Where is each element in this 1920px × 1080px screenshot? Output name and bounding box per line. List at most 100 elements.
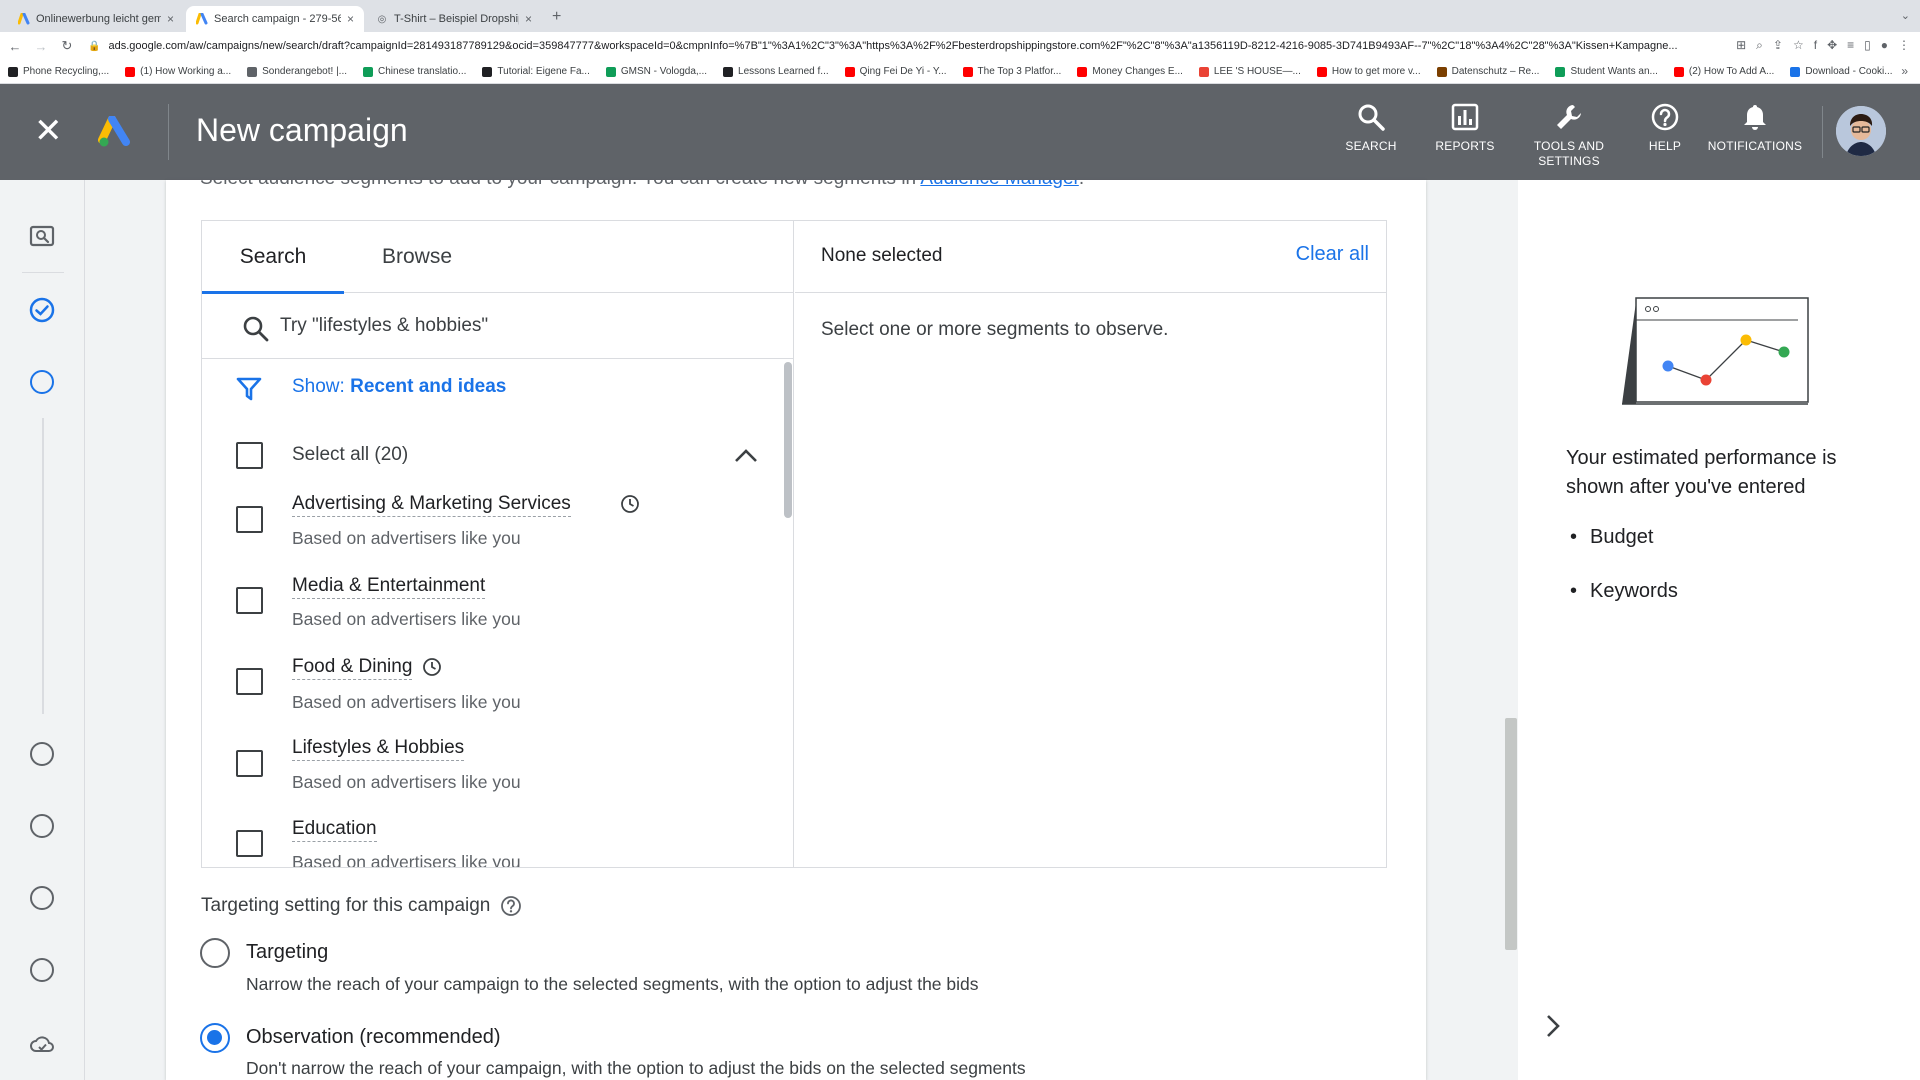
segment-name[interactable]: Food & Dining [292,655,413,680]
segment-search-input[interactable] [280,309,760,343]
tab-close-icon[interactable]: × [167,12,174,26]
segment-checkbox[interactable] [236,830,263,857]
performance-chart-illustration-icon [1622,297,1809,405]
search-icon [243,316,269,342]
wrench-icon [1557,105,1581,129]
step-current-circle-icon[interactable] [30,370,54,394]
facebook-extension-icon[interactable]: f [1814,38,1817,53]
bookmark-label: LEE 'S HOUSE—... [1213,66,1301,77]
back-arrow-icon[interactable]: ← [4,39,26,54]
extension-icons: ⊞ ⌕ ⇪ ☆ f ✥ ≡ ▯ ● ⋮ [1736,38,1910,53]
browser-menu-icon[interactable]: ⋮ [1898,38,1910,53]
select-all-checkbox[interactable] [236,442,263,469]
show-value: Recent and ideas [350,376,507,397]
bookmark-item[interactable]: GMSN - Vologda,... [605,66,707,77]
star-icon[interactable]: ☆ [1793,38,1804,53]
profile-icon[interactable]: ● [1881,38,1888,53]
segment-checkbox[interactable] [236,506,263,533]
segment-name[interactable]: Media & Entertainment [292,574,486,599]
reading-list-icon[interactable]: ≡ [1847,38,1854,53]
tab-search[interactable]: Search [202,221,344,294]
segment-checkbox[interactable] [236,587,263,614]
segment-list-scrollbar[interactable] [784,362,792,518]
cloud-save-icon[interactable] [28,1030,56,1058]
bookmark-item[interactable]: Download - Cooki... [1790,66,1893,77]
bookmark-item[interactable]: Lessons Learned f... [723,66,829,77]
bookmark-label: (2) How To Add A... [1688,66,1775,77]
observation-option-title: Observation (recommended) [246,1026,501,1048]
header-tools-button[interactable]: TOOLS AND SETTINGS [1514,102,1624,169]
translate-icon[interactable]: ⊞ [1736,38,1746,53]
sidebar-icon[interactable]: ▯ [1864,38,1871,53]
bookmark-item[interactable]: Phone Recycling,... [8,66,109,77]
bookmark-item[interactable]: Chinese translatio... [363,66,466,77]
bookmark-item[interactable]: Money Changes E... [1077,66,1183,77]
bookmark-item[interactable]: Student Wants an... [1555,66,1658,77]
bell-icon [1744,105,1766,130]
tab-browse[interactable]: Browse [344,221,490,293]
browser-tab[interactable]: Onlinewerbung leicht gemacht × [8,6,184,32]
bookmark-item[interactable]: (1) How Working a... [125,66,231,77]
tab-close-icon[interactable]: × [347,12,354,26]
list-item: Budget [1570,522,1678,576]
bookmark-favicon-icon [844,66,855,77]
chevron-right-icon[interactable] [1538,1012,1566,1040]
clear-all-button[interactable]: Clear all [1296,243,1369,266]
targeting-radio[interactable] [200,938,230,968]
step-circle-icon[interactable] [30,886,54,910]
page-title: New campaign [196,112,408,148]
show-prefix: Show: [292,376,351,397]
bookmark-item[interactable]: (2) How To Add A... [1673,66,1775,77]
browser-tab[interactable]: ◎ T-Shirt – Beispiel Dropshipping × [366,6,542,32]
step-complete-check-icon[interactable] [28,296,56,324]
bookmarks-bar: Phone Recycling,... (1) How Working a... S… [0,60,1920,84]
header-notifications-button[interactable]: NOTIFICATIONS [1700,102,1810,154]
bookmarks-overflow-icon[interactable]: » [1901,64,1908,78]
browser-tab-active[interactable]: Search campaign - 279-560-1 × [186,6,364,32]
step-circle-icon[interactable] [30,742,54,766]
show-filter[interactable]: Show: Recent and ideas [202,360,782,412]
targeting-option-title: Targeting [246,941,329,963]
bookmark-item[interactable]: The Top 3 Platfor... [962,66,1061,77]
tab-close-icon[interactable]: × [525,12,532,26]
share-icon[interactable]: ⇪ [1773,38,1783,53]
reload-icon[interactable]: ↻ [56,38,78,54]
chevron-up-icon[interactable] [732,442,760,470]
step-circle-icon[interactable] [30,958,54,982]
segment-checkbox[interactable] [236,750,263,777]
bookmark-item[interactable]: How to get more v... [1316,66,1421,77]
selected-count-label: None selected [821,245,943,266]
address-bar: ← → ↻ 🔒 ads.google.com/aw/campaigns/new/… [0,32,1920,60]
observation-radio[interactable] [200,1023,230,1053]
bookmark-label: Sonderangebot! |... [262,66,348,77]
bookmark-label: Tutorial: Eigene Fa... [497,66,590,77]
help-icon[interactable] [500,895,522,917]
audience-manager-link[interactable]: Audience Manager [920,180,1078,189]
header-divider [168,104,169,160]
header-reports-button[interactable]: REPORTS [1410,102,1520,154]
close-icon[interactable]: ✕ [34,114,63,148]
page-scrollbar[interactable] [1505,718,1517,950]
recent-clock-icon [621,495,639,513]
step-circle-icon[interactable] [30,814,54,838]
avatar[interactable] [1836,106,1886,156]
bookmark-label: Qing Fei De Yi - Y... [859,66,947,77]
tab-search-chevron-icon[interactable]: ⌄ [1901,9,1910,22]
puzzle-icon[interactable]: ✥ [1827,38,1837,53]
segment-name[interactable]: Education [292,817,377,842]
new-tab-button[interactable]: + [552,8,561,26]
segment-checkbox[interactable] [236,668,263,695]
segment-name[interactable]: Lifestyles & Hobbies [292,736,465,761]
bookmark-item[interactable]: Sonderangebot! |... [247,66,347,77]
url-field[interactable]: ads.google.com/aw/campaigns/new/search/d… [108,40,1678,52]
bookmark-item[interactable]: LEE 'S HOUSE—... [1198,66,1301,77]
forward-arrow-icon[interactable]: → [30,39,52,54]
bookmark-item[interactable]: Qing Fei De Yi - Y... [844,66,947,77]
bookmark-item[interactable]: Datenschutz – Re... [1436,66,1539,77]
bookmark-item[interactable]: Tutorial: Eigene Fa... [482,66,590,77]
zoom-icon[interactable]: ⌕ [1756,38,1763,53]
segment-name[interactable]: Advertising & Marketing Services [292,492,571,517]
campaign-search-icon[interactable] [28,222,56,250]
recent-clock-icon [423,658,441,676]
observation-option-description: Don't narrow the reach of your campaign,… [246,1058,1026,1078]
